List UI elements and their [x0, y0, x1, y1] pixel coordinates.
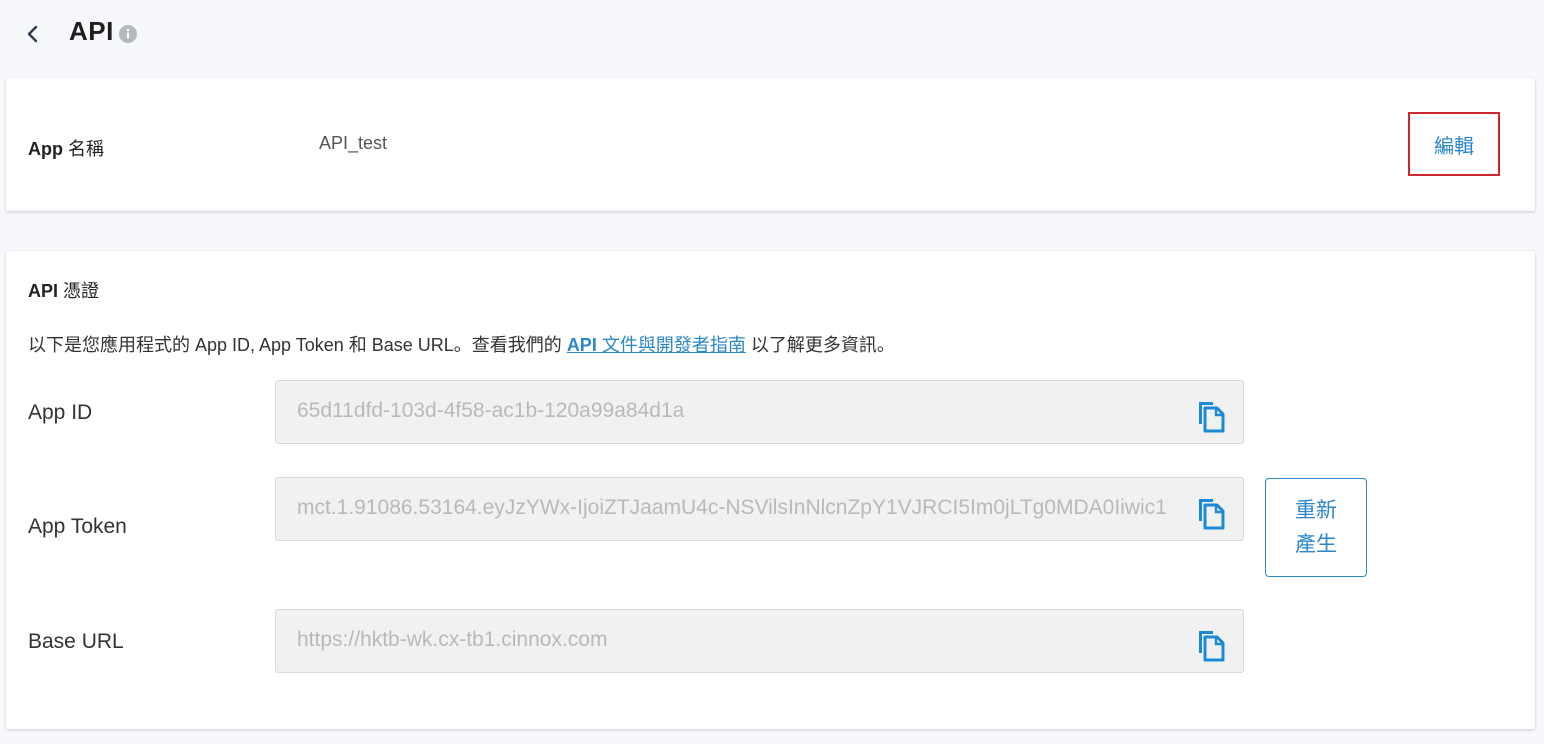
base-url-field[interactable]: https://hktb-wk.cx-tb1.cinnox.com	[275, 609, 1244, 673]
app-id-label: App ID	[28, 401, 93, 424]
app-name-card: App 名稱 API_test 編輯	[6, 78, 1535, 211]
api-docs-link-bold: API	[566, 335, 597, 355]
page-title: API	[69, 16, 114, 46]
page-header: API	[0, 0, 1544, 70]
app-name-label-suffix: 名稱	[68, 139, 105, 159]
regenerate-label-line2: 產生	[1295, 532, 1337, 556]
credentials-title-prefix: API	[28, 281, 59, 301]
regenerate-label-line1: 重新	[1295, 498, 1337, 522]
api-docs-link-text: 文件與開發者指南	[596, 335, 746, 355]
api-docs-link[interactable]: API 文件與開發者指南	[567, 335, 746, 355]
app-token-label: App Token	[28, 515, 127, 538]
app-id-value[interactable]: 65d11dfd-103d-4f58-ac1b-120a99a84d1a	[297, 399, 1187, 423]
base-url-value[interactable]: https://hktb-wk.cx-tb1.cinnox.com	[297, 628, 1187, 652]
copy-icon[interactable]	[1196, 497, 1226, 530]
chevron-left-icon	[27, 25, 38, 43]
copy-icon[interactable]	[1196, 400, 1226, 433]
app-name-label-prefix: App	[28, 139, 63, 159]
app-token-value[interactable]: mct.1.91086.53164.eyJzYWx-IjoiZTJaamU4c-…	[297, 496, 1187, 520]
credentials-title: API 憑證	[28, 277, 99, 303]
description-text-before: 以下是您應用程式的 App ID, App Token 和 Base URL。查…	[28, 335, 567, 355]
regenerate-token-button[interactable]: 重新 產生	[1265, 478, 1367, 577]
copy-icon[interactable]	[1196, 629, 1226, 662]
app-token-field[interactable]: mct.1.91086.53164.eyJzYWx-IjoiZTJaamU4c-…	[275, 477, 1244, 541]
app-name-label: App 名稱	[28, 135, 104, 161]
credentials-description: 以下是您應用程式的 App ID, App Token 和 Base URL。查…	[28, 331, 895, 357]
description-text-after: 以了解更多資訊。	[745, 335, 895, 355]
app-name-value: API_test	[319, 133, 388, 153]
info-icon[interactable]	[119, 25, 137, 43]
credentials-title-suffix: 憑證	[63, 281, 100, 301]
edit-button[interactable]: 編輯	[1408, 112, 1500, 176]
api-credentials-card: API 憑證 以下是您應用程式的 App ID, App Token 和 Bas…	[6, 251, 1535, 729]
back-button[interactable]	[20, 20, 46, 48]
base-url-label: Base URL	[28, 630, 124, 653]
app-id-field[interactable]: 65d11dfd-103d-4f58-ac1b-120a99a84d1a	[275, 380, 1244, 444]
